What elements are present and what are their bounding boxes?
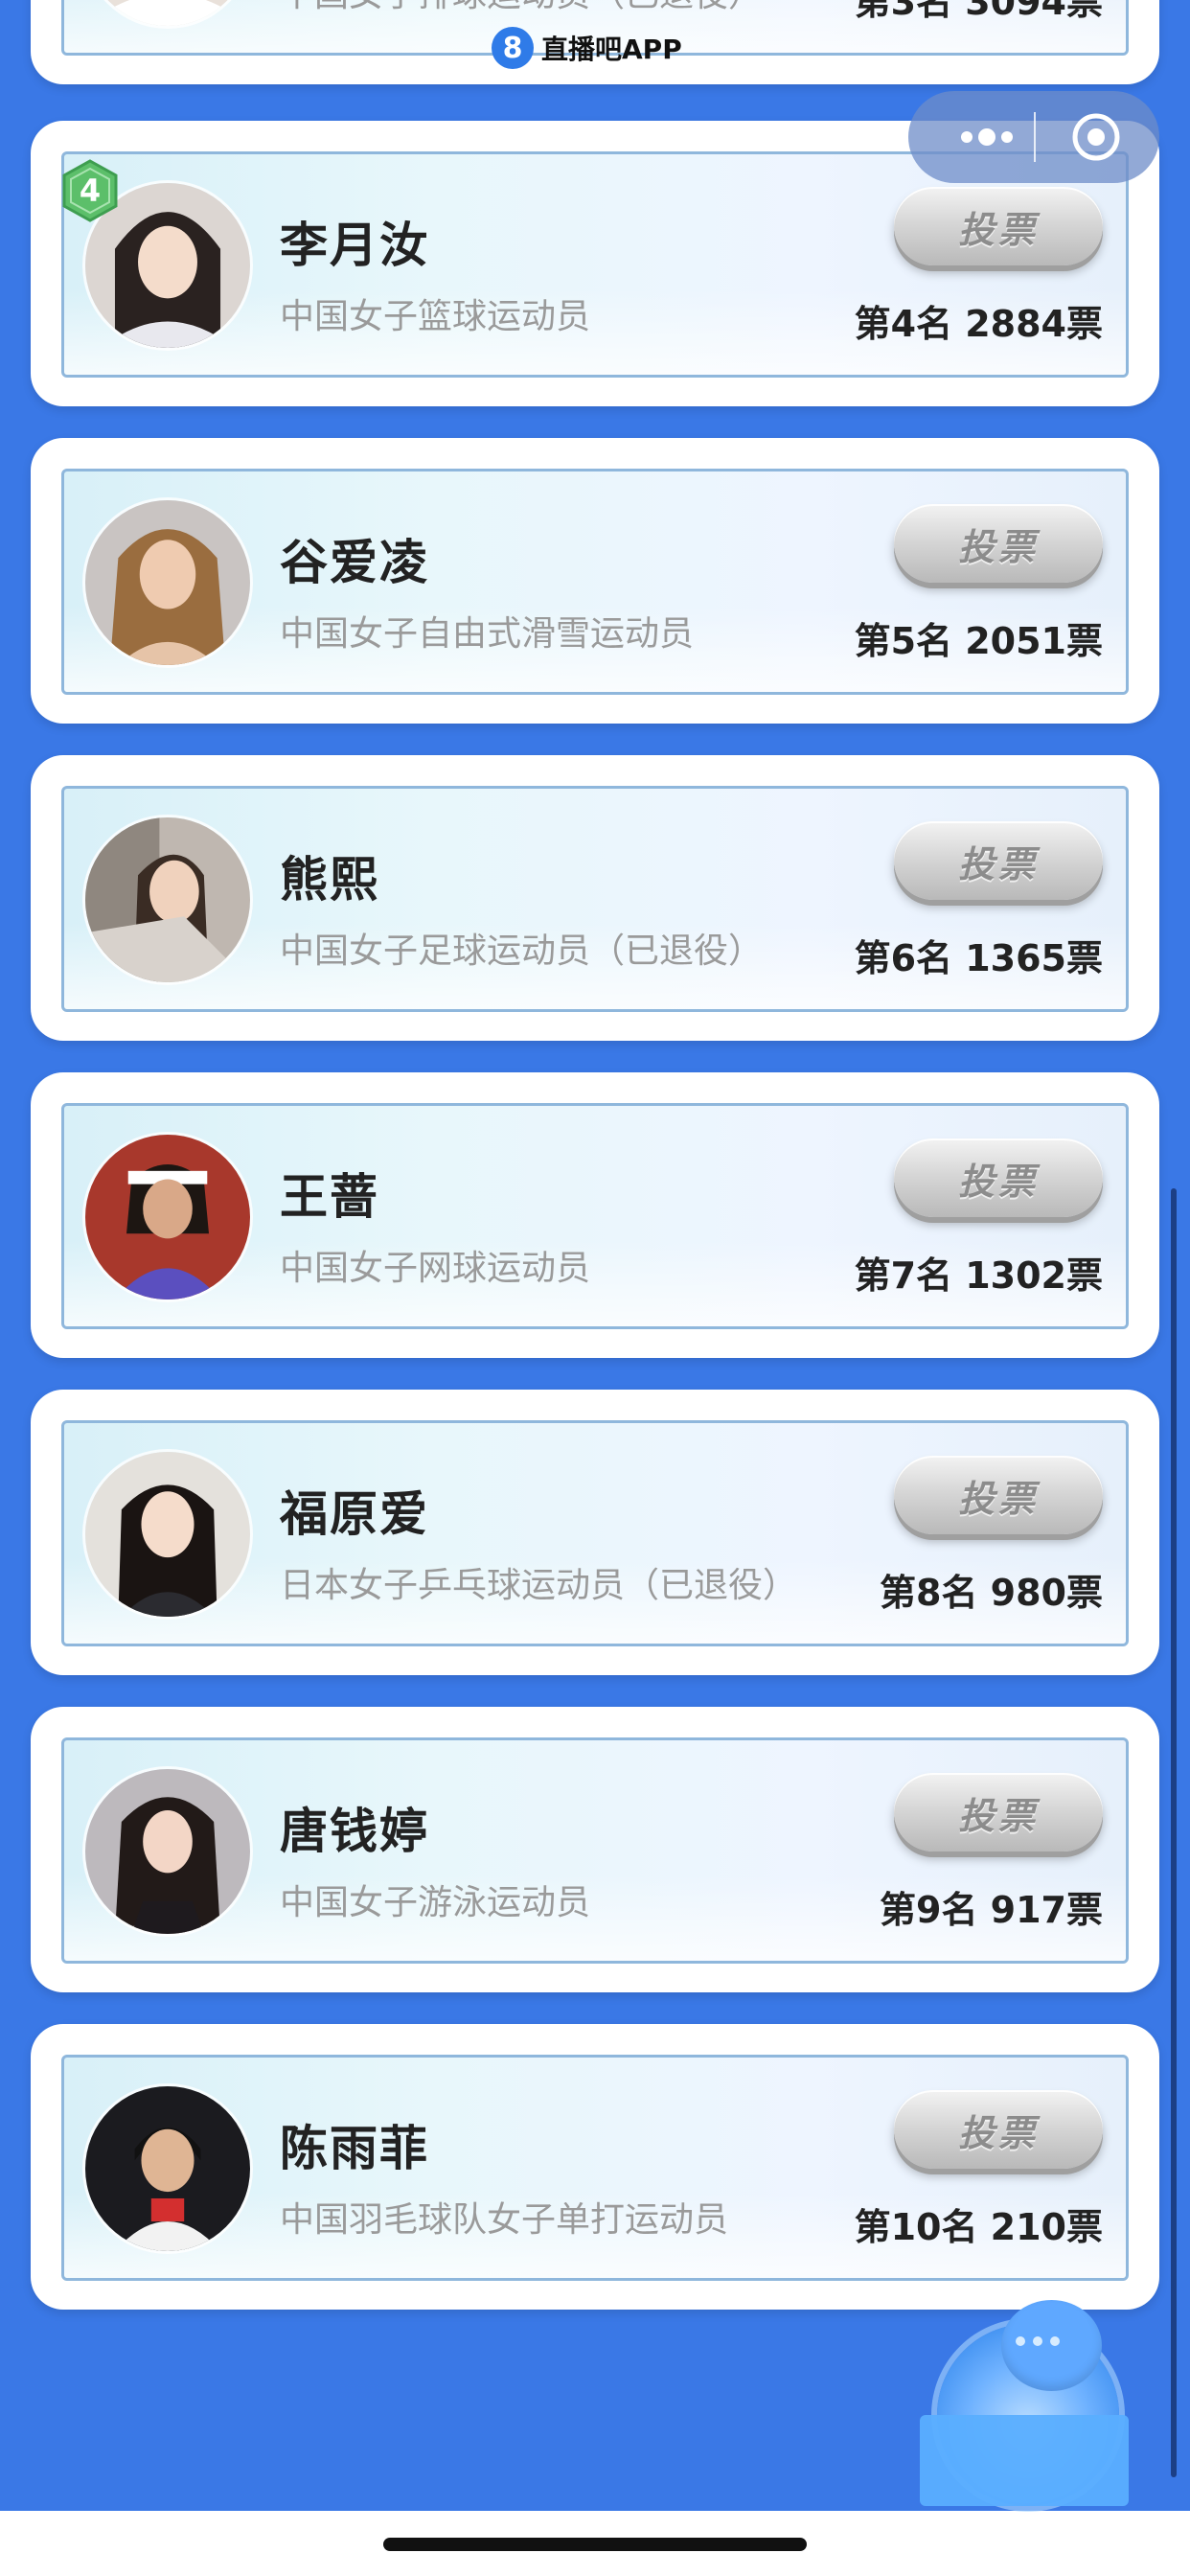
avatar[interactable] bbox=[85, 1769, 250, 1934]
app-logo-icon: 8 bbox=[492, 27, 534, 69]
vote-button[interactable]: 投票 bbox=[894, 504, 1103, 583]
avatar[interactable] bbox=[85, 817, 250, 982]
vote-button[interactable]: 投票 bbox=[894, 821, 1103, 900]
vote-button-label: 投票 bbox=[957, 1160, 1039, 1203]
candidate-description: 中国女子篮球运动员 bbox=[280, 297, 591, 336]
avatar[interactable] bbox=[85, 500, 250, 665]
candidate-name: 福原爱 bbox=[280, 1486, 429, 1542]
candidate-description: 中国女子自由式滑雪运动员 bbox=[280, 614, 695, 654]
rank-votes: 第5名 2051票 bbox=[854, 620, 1103, 662]
candidate-description: 中国女子足球运动员（已退役） bbox=[280, 932, 764, 971]
rank-votes: 第8名 980票 bbox=[880, 1572, 1103, 1614]
candidate-name: 唐钱婷 bbox=[280, 1804, 429, 1859]
avatar[interactable] bbox=[85, 0, 250, 26]
candidate-description: 中国女子网球运动员 bbox=[280, 1249, 591, 1288]
app-name: 直播吧APP bbox=[541, 34, 682, 65]
rank-badge-number: 4 bbox=[79, 172, 102, 209]
candidate-card-5: 谷爱凌 中国女子自由式滑雪运动员 投票 第5名 2051票 bbox=[31, 438, 1159, 724]
more-icon[interactable] bbox=[939, 91, 1035, 183]
vote-button-label: 投票 bbox=[957, 1477, 1039, 1520]
rank-votes: 第10名 210票 bbox=[854, 2206, 1103, 2248]
card-inner: 王蔷 中国女子网球运动员 投票 第7名 1302票 bbox=[61, 1103, 1129, 1329]
candidate-name: 王蔷 bbox=[280, 1169, 379, 1225]
home-indicator[interactable] bbox=[383, 2538, 807, 2551]
chat-dots-icon bbox=[1016, 2336, 1060, 2346]
candidate-name: 李月汝 bbox=[280, 218, 429, 273]
vote-button[interactable]: 投票 bbox=[894, 1773, 1103, 1852]
vote-button[interactable]: 投票 bbox=[894, 2090, 1103, 2169]
close-target-icon[interactable] bbox=[1071, 112, 1121, 162]
rank-votes: 第4名 2884票 bbox=[854, 303, 1103, 345]
card-inner: 福原爱 日本女子乒乓球运动员（已退役） 投票 第8名 980票 bbox=[61, 1420, 1129, 1646]
vote-button-label: 投票 bbox=[957, 2111, 1039, 2154]
candidate-name: 熊熙 bbox=[280, 852, 379, 908]
candidate-description: 日本女子乒乓球运动员（已退役） bbox=[280, 1566, 798, 1605]
vote-button-label: 投票 bbox=[957, 525, 1039, 568]
candidate-card-8: 福原爱 日本女子乒乓球运动员（已退役） 投票 第8名 980票 bbox=[31, 1390, 1159, 1675]
rank-votes: 第3名 3094票 bbox=[854, 0, 1103, 23]
candidate-name: 谷爱凌 bbox=[280, 535, 429, 590]
vote-button-label: 投票 bbox=[957, 1794, 1039, 1837]
avatar[interactable] bbox=[85, 1135, 250, 1300]
candidate-card-6: 熊熙 中国女子足球运动员（已退役） 投票 第6名 1365票 bbox=[31, 755, 1159, 1041]
card-inner: 熊熙 中国女子足球运动员（已退役） 投票 第6名 1365票 bbox=[61, 786, 1129, 1012]
candidate-description: 中国羽毛球队女子单打运动员 bbox=[280, 2200, 729, 2240]
candidate-description: 中国女子游泳运动员 bbox=[280, 1883, 591, 1922]
avatar[interactable] bbox=[85, 1452, 250, 1617]
rank-votes: 第7名 1302票 bbox=[854, 1254, 1103, 1297]
miniprogram-capsule bbox=[908, 91, 1159, 183]
vote-button[interactable]: 投票 bbox=[894, 1138, 1103, 1217]
vote-button[interactable]: 投票 bbox=[894, 187, 1103, 265]
candidate-card-10: 陈雨菲 中国羽毛球队女子单打运动员 投票 第10名 210票 bbox=[31, 2024, 1159, 2310]
candidate-description: 中国女子排球运动员（已退役） bbox=[280, 0, 763, 16]
vote-button-label: 投票 bbox=[957, 842, 1039, 886]
ranking-page: 中国女子排球运动员（已退役） 第3名 3094票 8 直播吧APP 4 李月汝 … bbox=[0, 0, 1190, 2576]
card-inner: 谷爱凌 中国女子自由式滑雪运动员 投票 第5名 2051票 bbox=[61, 469, 1129, 695]
candidate-card-7: 王蔷 中国女子网球运动员 投票 第7名 1302票 bbox=[31, 1072, 1159, 1358]
avatar[interactable] bbox=[85, 2086, 250, 2251]
card-inner: 李月汝 中国女子篮球运动员 投票 第4名 2884票 bbox=[61, 151, 1129, 378]
vote-button[interactable]: 投票 bbox=[894, 1456, 1103, 1534]
scroll-indicator[interactable] bbox=[1171, 1188, 1177, 2477]
rank-votes: 第9名 917票 bbox=[880, 1889, 1103, 1931]
card-inner: 唐钱婷 中国女子游泳运动员 投票 第9名 917票 bbox=[61, 1737, 1129, 1964]
candidate-name: 陈雨菲 bbox=[280, 2121, 429, 2176]
rank-badge: 4 bbox=[61, 159, 119, 222]
chat-plate bbox=[920, 2415, 1129, 2506]
rank-votes: 第6名 1365票 bbox=[854, 937, 1103, 979]
candidate-card-9: 唐钱婷 中国女子游泳运动员 投票 第9名 917票 bbox=[31, 1707, 1159, 1992]
capsule-divider bbox=[1034, 112, 1036, 162]
app-watermark: 8 直播吧APP bbox=[492, 27, 682, 69]
floating-chat-button[interactable] bbox=[920, 2300, 1140, 2506]
card-inner: 陈雨菲 中国羽毛球队女子单打运动员 投票 第10名 210票 bbox=[61, 2055, 1129, 2281]
vote-button-label: 投票 bbox=[957, 208, 1039, 251]
